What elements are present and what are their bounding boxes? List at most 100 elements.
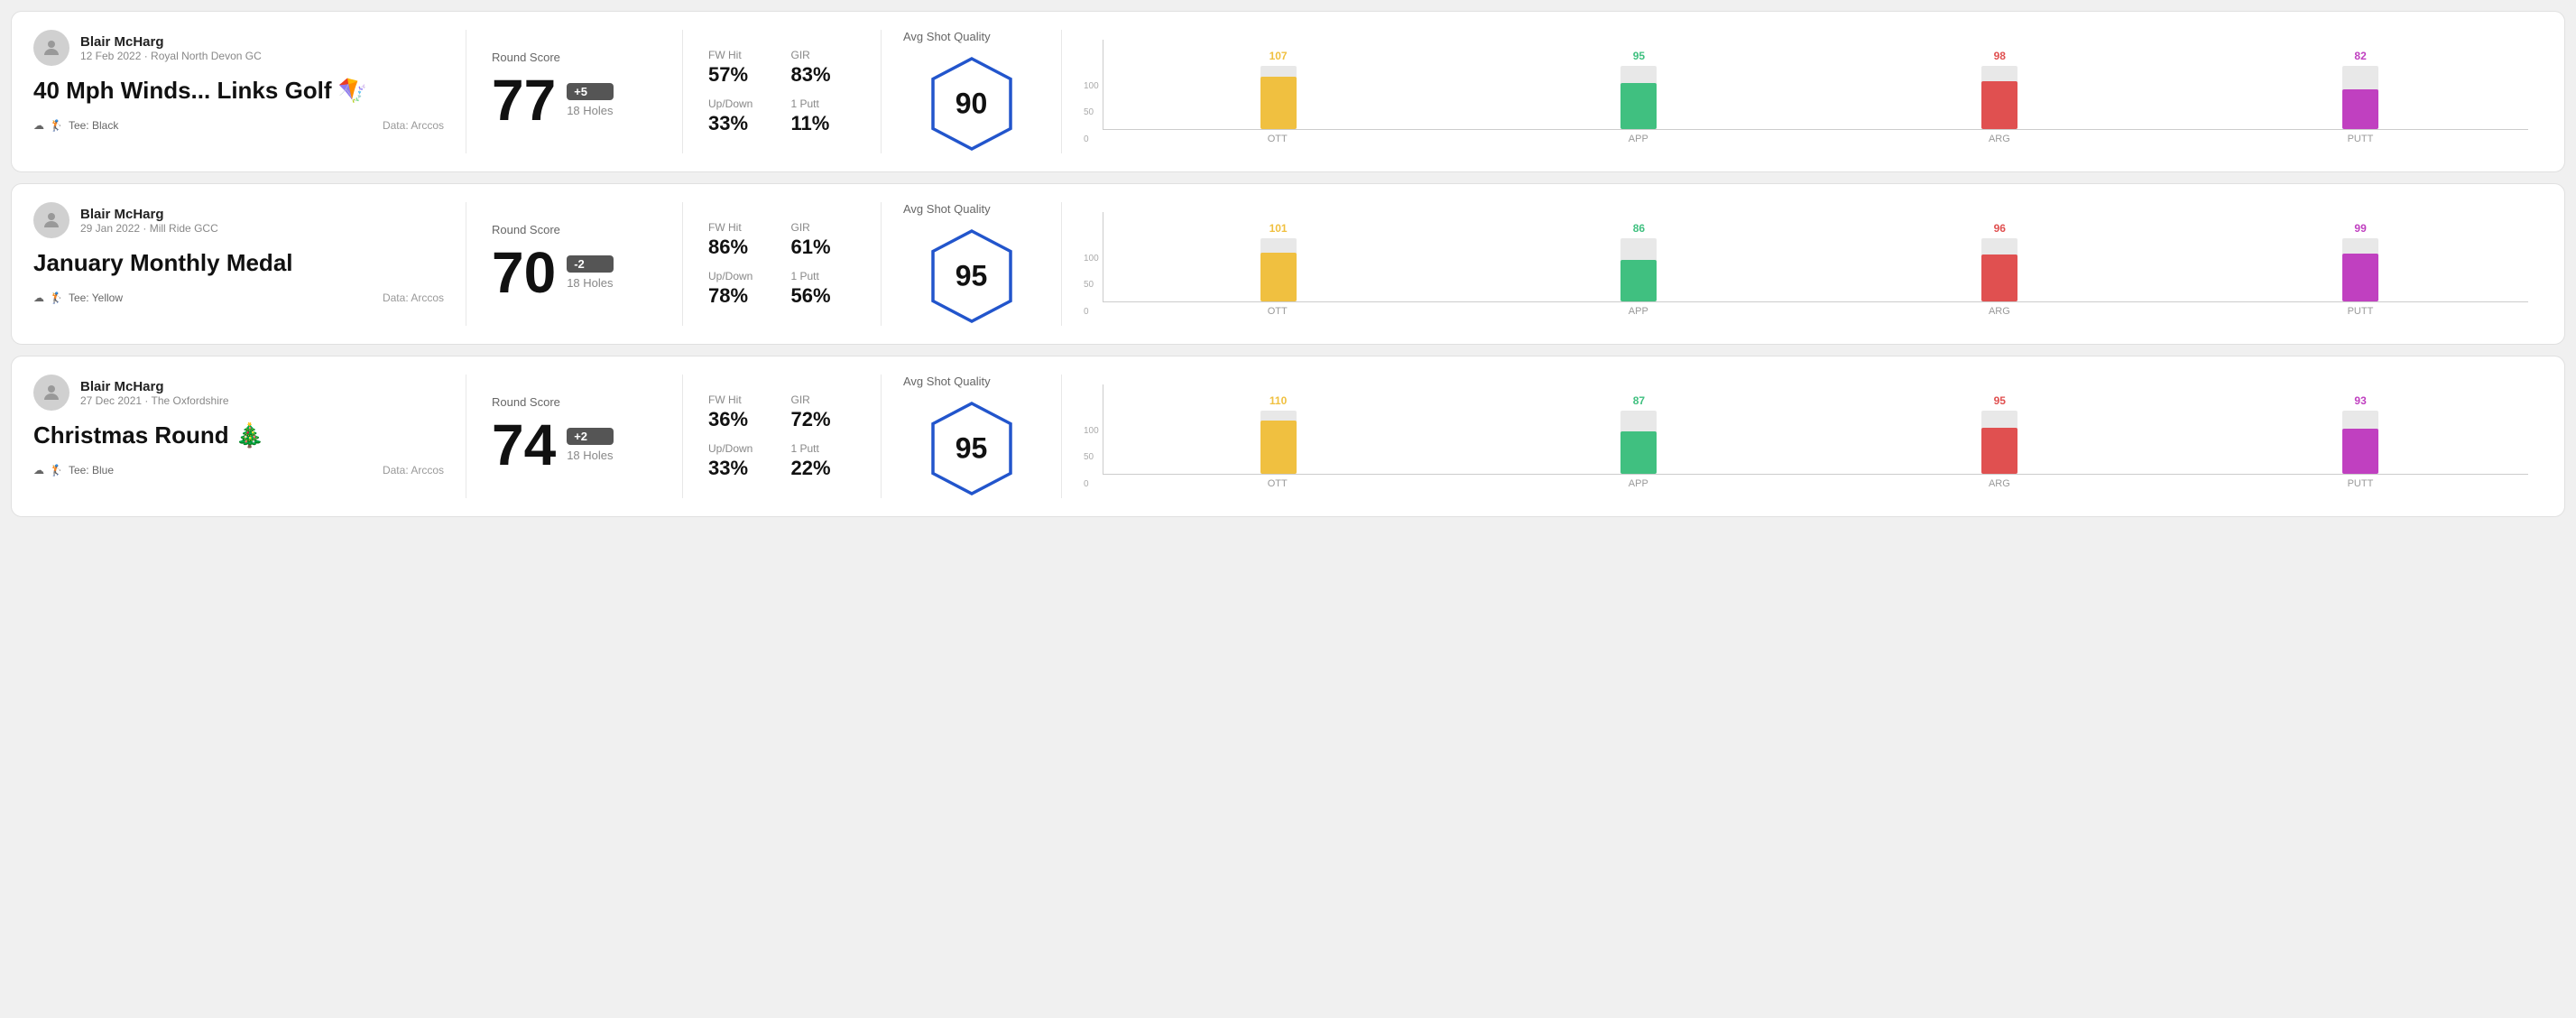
score-section: Round Score 70 -2 18 Holes [466, 202, 683, 326]
stats-section: FW Hit 86% GIR 61% Up/Down 78% 1 Putt 56… [683, 202, 882, 326]
up-down-label: Up/Down [708, 442, 773, 455]
bar-group-ott: 101 [1111, 222, 1446, 301]
up-down-stat: Up/Down 33% [708, 442, 773, 480]
user-name: Blair McHarg [80, 379, 229, 394]
avatar [33, 375, 69, 411]
user-name: Blair McHarg [80, 207, 218, 222]
one-putt-label: 1 Putt [791, 442, 856, 455]
holes-text: 18 Holes [567, 276, 613, 290]
up-down-value: 78% [708, 284, 773, 308]
round-info-section: Blair McHarg 27 Dec 2021 · The Oxfordshi… [33, 375, 466, 498]
bar-group-ott: 107 [1111, 50, 1446, 129]
gir-stat: GIR 61% [791, 221, 856, 259]
hex-score: 95 [956, 432, 988, 466]
golf-bag-icon: 🏌 [50, 119, 63, 132]
one-putt-label: 1 Putt [791, 270, 856, 282]
score-badge-info: -2 18 Holes [567, 255, 613, 290]
chart-section: 100 50 0 110 87 95 93 [1062, 375, 2543, 498]
avatar [33, 30, 69, 66]
gir-label: GIR [791, 49, 856, 61]
fw-hit-stat: FW Hit 36% [708, 393, 773, 431]
shot-quality-label: Avg Shot Quality [903, 375, 991, 388]
gir-stat: GIR 72% [791, 393, 856, 431]
bar-group-app: 87 [1472, 394, 1807, 474]
hexagon-container: 95 [903, 399, 1039, 498]
date-course: 27 Dec 2021 · The Oxfordshire [80, 394, 229, 407]
user-row: Blair McHarg 29 Jan 2022 · Mill Ride GCC [33, 202, 444, 238]
fw-hit-label: FW Hit [708, 49, 773, 61]
tee-info: ☁ 🏌 Tee: Yellow [33, 292, 123, 304]
score-section: Round Score 77 +5 18 Holes [466, 30, 683, 153]
one-putt-stat: 1 Putt 56% [791, 270, 856, 308]
fw-hit-value: 86% [708, 236, 773, 259]
user-name: Blair McHarg [80, 34, 262, 50]
score-row: 74 +2 18 Holes [492, 416, 657, 474]
up-down-label: Up/Down [708, 270, 773, 282]
golf-bag-icon: 🏌 [50, 464, 63, 477]
round-title: January Monthly Medal [33, 249, 444, 277]
up-down-value: 33% [708, 457, 773, 480]
shot-quality-section: Avg Shot Quality 95 [882, 202, 1062, 326]
round-score-label: Round Score [492, 223, 657, 236]
data-source: Data: Arccos [383, 292, 444, 304]
fw-hit-stat: FW Hit 57% [708, 49, 773, 87]
bar-group-app: 95 [1472, 50, 1807, 129]
up-down-value: 33% [708, 112, 773, 135]
score-diff-badge: -2 [567, 255, 613, 273]
stats-grid: FW Hit 36% GIR 72% Up/Down 33% 1 Putt 22… [708, 393, 855, 480]
shot-quality-label: Avg Shot Quality [903, 30, 991, 43]
round-card: Blair McHarg 29 Jan 2022 · Mill Ride GCC… [11, 183, 2565, 345]
fw-hit-value: 36% [708, 408, 773, 431]
bar-group-app: 86 [1472, 222, 1807, 301]
user-icon [41, 382, 62, 403]
tee-label: Tee: Blue [69, 464, 114, 477]
bar-group-putt: 99 [2193, 222, 2528, 301]
fw-hit-stat: FW Hit 86% [708, 221, 773, 259]
bottom-row: ☁ 🏌 Tee: Blue Data: Arccos [33, 464, 444, 477]
hexagon-container: 90 [903, 54, 1039, 153]
score-section: Round Score 74 +2 18 Holes [466, 375, 683, 498]
user-info: Blair McHarg 29 Jan 2022 · Mill Ride GCC [80, 207, 218, 235]
fw-hit-label: FW Hit [708, 393, 773, 406]
round-card: Blair McHarg 12 Feb 2022 · Royal North D… [11, 11, 2565, 172]
big-score: 74 [492, 416, 556, 474]
bar-group-arg: 95 [1832, 394, 2167, 474]
gir-stat: GIR 83% [791, 49, 856, 87]
up-down-stat: Up/Down 78% [708, 270, 773, 308]
user-row: Blair McHarg 12 Feb 2022 · Royal North D… [33, 30, 444, 66]
fw-hit-label: FW Hit [708, 221, 773, 234]
chart-section: 100 50 0 101 86 96 99 [1062, 202, 2543, 326]
bar-group-arg: 96 [1832, 222, 2167, 301]
up-down-label: Up/Down [708, 97, 773, 110]
hexagon: 90 [927, 54, 1017, 153]
holes-text: 18 Holes [567, 104, 613, 117]
round-info-section: Blair McHarg 29 Jan 2022 · Mill Ride GCC… [33, 202, 466, 326]
gir-label: GIR [791, 221, 856, 234]
user-row: Blair McHarg 27 Dec 2021 · The Oxfordshi… [33, 375, 444, 411]
one-putt-value: 11% [791, 112, 856, 135]
score-badge-info: +2 18 Holes [567, 428, 613, 462]
shot-quality-section: Avg Shot Quality 90 [882, 30, 1062, 153]
stats-grid: FW Hit 86% GIR 61% Up/Down 78% 1 Putt 56… [708, 221, 855, 308]
score-row: 77 +5 18 Holes [492, 71, 657, 129]
tee-label: Tee: Yellow [69, 292, 123, 304]
date-course: 29 Jan 2022 · Mill Ride GCC [80, 222, 218, 235]
tee-info: ☁ 🏌 Tee: Blue [33, 464, 114, 477]
tee-label: Tee: Black [69, 119, 118, 132]
big-score: 70 [492, 244, 556, 301]
big-score: 77 [492, 71, 556, 129]
up-down-stat: Up/Down 33% [708, 97, 773, 135]
score-row: 70 -2 18 Holes [492, 244, 657, 301]
bottom-row: ☁ 🏌 Tee: Yellow Data: Arccos [33, 292, 444, 304]
stats-section: FW Hit 57% GIR 83% Up/Down 33% 1 Putt 11… [683, 30, 882, 153]
data-source: Data: Arccos [383, 119, 444, 132]
cloud-icon: ☁ [33, 119, 44, 132]
shot-quality-label: Avg Shot Quality [903, 202, 991, 216]
round-score-label: Round Score [492, 51, 657, 64]
round-score-label: Round Score [492, 395, 657, 409]
gir-value: 83% [791, 63, 856, 87]
user-info: Blair McHarg 12 Feb 2022 · Royal North D… [80, 34, 262, 62]
bar-group-putt: 93 [2193, 394, 2528, 474]
bar-group-arg: 98 [1832, 50, 2167, 129]
golf-bag-icon: 🏌 [50, 292, 63, 304]
